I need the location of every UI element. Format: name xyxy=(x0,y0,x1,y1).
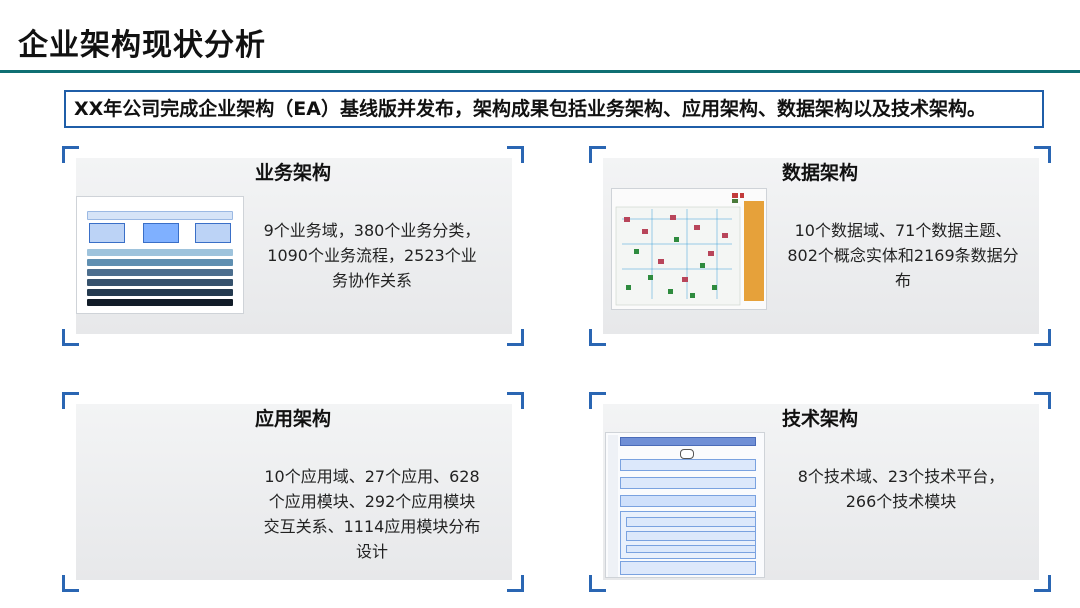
title-divider xyxy=(0,70,1080,73)
data-architecture-panel: 数据架构 10个数据域、71个数据主题、802个概念实体和2169条数据分布 xyxy=(589,146,1051,346)
data-diagram-graphic xyxy=(615,193,764,306)
data-architecture-description: 10个数据域、71个数据主题、802个概念实体和2169条数据分布 xyxy=(787,221,1019,290)
application-architecture-panel: 应用架构 10个应用域、27个应用、628个应用模块、292个应用模块交互关系、… xyxy=(62,392,524,592)
data-architecture-diagram-icon xyxy=(611,188,767,310)
page-title: 企业架构现状分析 xyxy=(18,28,266,63)
technology-architecture-panel: 技术架构 8个技术域、23个技术平台，266个技术模块 xyxy=(589,392,1051,592)
application-architecture-description: 10个应用域、27个应用、628个应用模块、292个应用模块交互关系、1114应… xyxy=(263,467,481,561)
data-architecture-title: 数据架构 xyxy=(781,162,858,184)
technology-architecture-diagram-icon xyxy=(605,432,765,578)
technology-architecture-title: 技术架构 xyxy=(781,408,858,430)
business-architecture-diagram-icon xyxy=(76,196,244,314)
technology-architecture-description: 8个技术域、23个技术平台，266个技术模块 xyxy=(797,467,1005,511)
summary-box: XX年公司完成企业架构（EA）基线版并发布，架构成果包括业务架构、应用架构、数据… xyxy=(64,90,1044,128)
business-architecture-title: 业务架构 xyxy=(254,162,331,184)
business-architecture-description: 9个业务域，380个业务分类，1090个业务流程，2523个业务协作关系 xyxy=(263,221,481,290)
application-architecture-title: 应用架构 xyxy=(254,408,331,430)
business-architecture-panel: 业务架构 9个业务域，380个业务分类，1090个业务流程，2523个业务协作关… xyxy=(62,146,524,346)
